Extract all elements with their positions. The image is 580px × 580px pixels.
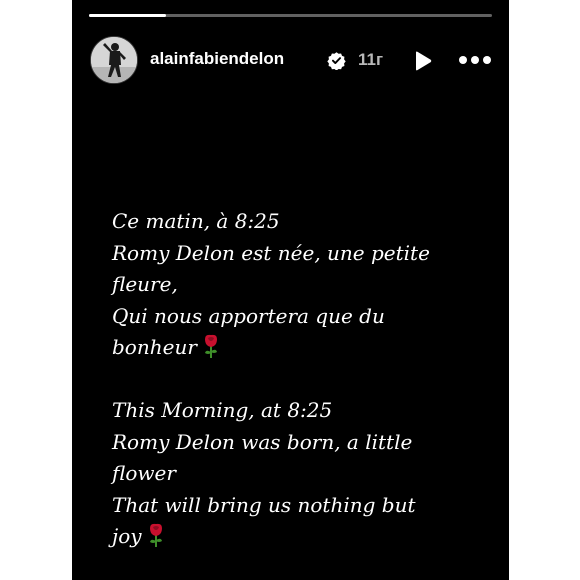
story-caption: Ce matin, à 8:25 Romy Delon est née, une…	[112, 206, 492, 553]
caption-line: Romy Delon was born, a little	[112, 429, 413, 454]
page-background: alainfabiendelon 11г Ce matin, à 8:25 Ro…	[0, 0, 580, 580]
caption-line: That will bring us nothing but	[112, 492, 416, 517]
avatar[interactable]	[90, 36, 138, 84]
story-timestamp: 11г	[358, 50, 384, 69]
caption-line: This Morning, at 8:25	[112, 398, 333, 422]
caption-line: fleure,	[112, 272, 178, 296]
rose-icon	[201, 333, 221, 359]
caption-line-with-emoji: bonheur	[112, 332, 492, 364]
caption-text: joy	[112, 524, 142, 548]
caption-text: bonheur	[112, 335, 197, 359]
caption-line: Romy Delon est née, une petite	[112, 240, 430, 265]
caption-line: flower	[112, 461, 176, 485]
story-header: alainfabiendelon 11г	[90, 36, 500, 86]
more-horizontal-icon[interactable]	[458, 53, 492, 67]
story-progress-bar	[89, 14, 492, 17]
rose-icon	[146, 522, 166, 548]
avatar-photo	[91, 37, 137, 83]
caption-line: Ce matin, à 8:25	[112, 209, 280, 233]
caption-line: Qui nous apportera que du	[112, 303, 385, 328]
username[interactable]: alainfabiendelon	[150, 49, 284, 69]
story-progress-fill	[89, 14, 166, 17]
story-viewer[interactable]: alainfabiendelon 11г Ce matin, à 8:25 Ro…	[72, 0, 509, 580]
caption-line-with-emoji: joy	[112, 521, 492, 553]
verified-badge-icon	[327, 51, 346, 71]
play-icon[interactable]	[410, 49, 434, 73]
